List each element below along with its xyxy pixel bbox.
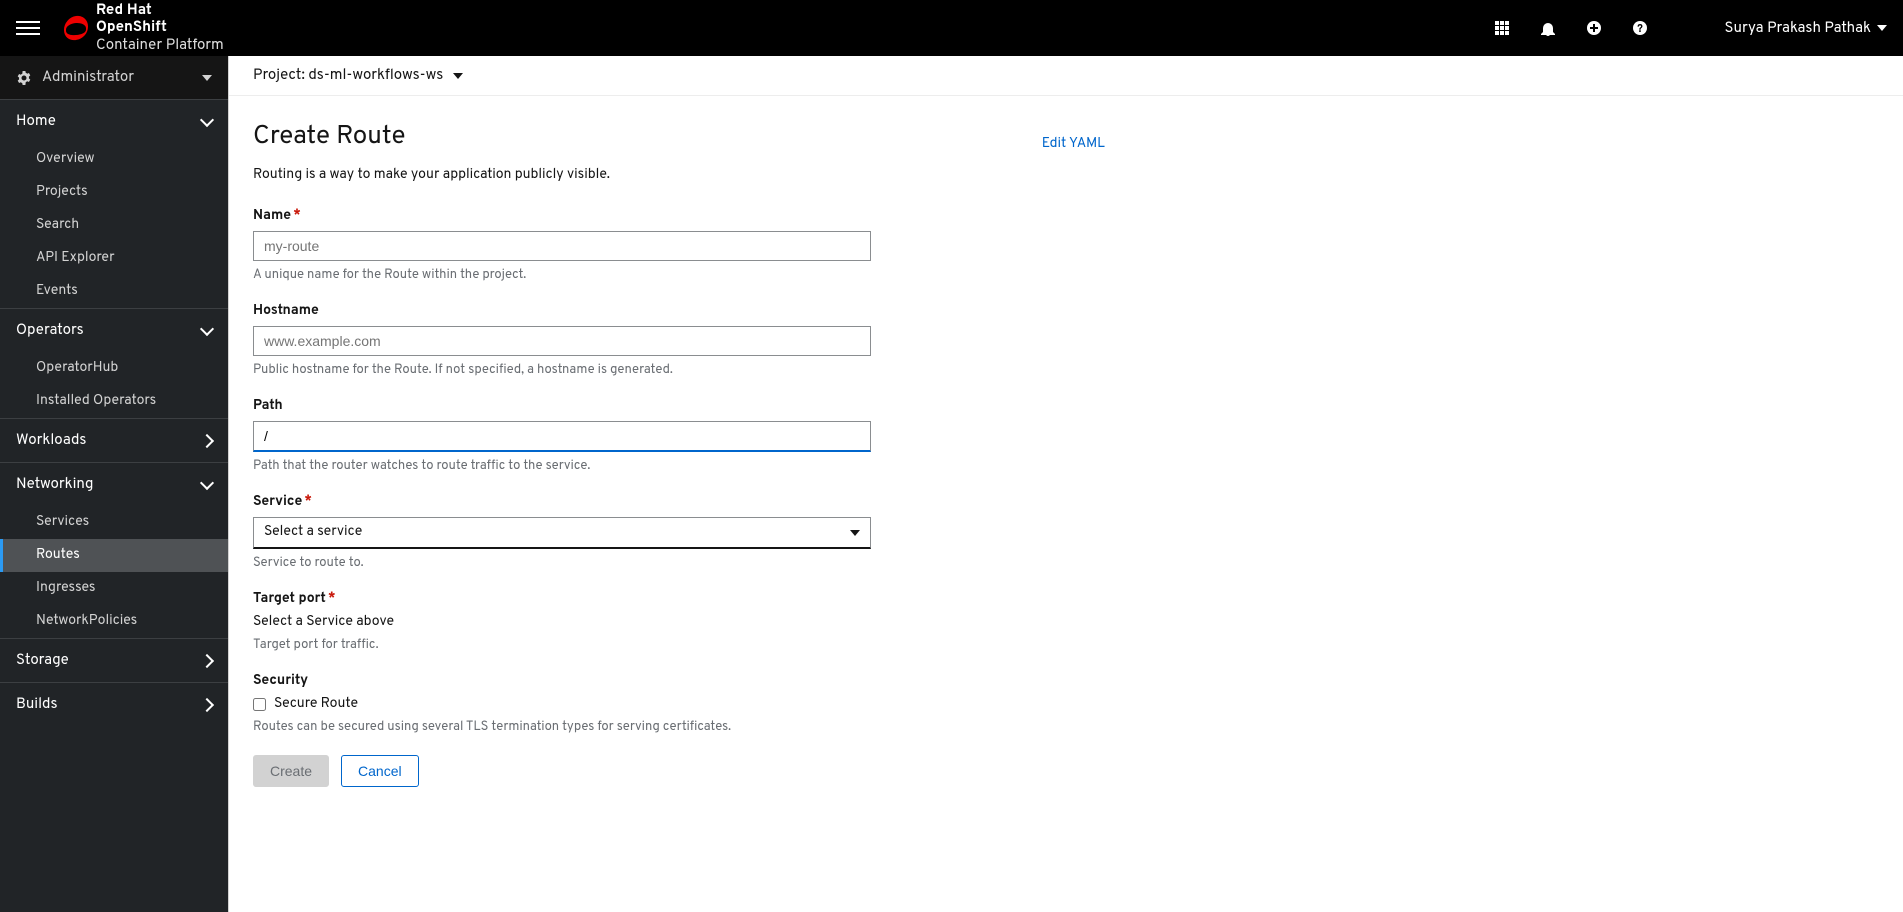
service-dropdown-value: Select a service (264, 524, 362, 541)
chevron-down-icon (200, 322, 214, 336)
apps-icon[interactable] (1493, 19, 1511, 37)
nav-section-networking[interactable]: Networking (0, 463, 228, 506)
sidebar-item-events[interactable]: Events (0, 275, 228, 308)
caret-down-icon (1877, 25, 1887, 31)
perspective-switcher[interactable]: Administrator (0, 56, 228, 100)
path-label: Path (253, 398, 871, 415)
sidebar-item-operatorhub[interactable]: OperatorHub (0, 352, 228, 385)
secure-route-checkbox-label: Secure Route (274, 696, 358, 713)
caret-down-icon (850, 530, 860, 536)
perspective-label: Administrator (42, 68, 134, 87)
page-title: Create Route (253, 120, 405, 153)
nav-sub-networking: Services Routes Ingresses NetworkPolicie… (0, 506, 228, 638)
nav-section-operators[interactable]: Operators (0, 309, 228, 352)
brand-line3: Container Platform (96, 37, 224, 54)
brand: Red Hat OpenShift Container Platform (64, 2, 224, 54)
cancel-button[interactable]: Cancel (341, 755, 419, 787)
nav-section-home[interactable]: Home (0, 100, 228, 143)
service-dropdown[interactable]: Select a service (253, 517, 871, 549)
svg-text:?: ? (1637, 23, 1643, 36)
caret-down-icon (202, 75, 212, 81)
form-group-target-port: Target port* Select a Service above Targ… (253, 591, 871, 653)
target-port-help: Target port for traffic. (253, 637, 871, 653)
brand-line1: Red Hat (96, 2, 224, 19)
service-label: Service* (253, 494, 871, 511)
nav-section-label: Operators (16, 321, 84, 340)
create-button[interactable]: Create (253, 755, 329, 787)
nav-section-storage[interactable]: Storage (0, 639, 228, 682)
nav-toggle[interactable] (16, 16, 40, 40)
sidebar-item-services[interactable]: Services (0, 506, 228, 539)
help-icon[interactable]: ? (1631, 19, 1649, 37)
chevron-down-icon (200, 113, 214, 127)
form-actions: Create Cancel (253, 755, 1105, 787)
sidebar-item-networkpolicies[interactable]: NetworkPolicies (0, 605, 228, 638)
form-group-hostname: Hostname Public hostname for the Route. … (253, 303, 871, 378)
security-label: Security (253, 673, 871, 690)
page: Create Route Edit YAML Routing is a way … (229, 96, 1129, 811)
nav-sub-operators: OperatorHub Installed Operators (0, 352, 228, 418)
sidebar-item-routes[interactable]: Routes (0, 539, 228, 572)
nav-section-label: Home (16, 112, 56, 131)
project-label: Project (253, 66, 308, 85)
bell-icon[interactable] (1539, 19, 1557, 37)
redhat-logo-icon (64, 16, 88, 40)
nav-section-label: Networking (16, 475, 94, 494)
masthead-toolbar: ? Surya Prakash Pathak (1493, 19, 1887, 38)
sidebar: Administrator Home Overview Projects Sea… (0, 56, 228, 912)
sidebar-item-search[interactable]: Search (0, 209, 228, 242)
chevron-right-icon (200, 433, 214, 447)
nav-sub-home: Overview Projects Search API Explorer Ev… (0, 143, 228, 308)
edit-yaml-link[interactable]: Edit YAML (1042, 136, 1105, 153)
sidebar-item-overview[interactable]: Overview (0, 143, 228, 176)
form-group-path: Path Path that the router watches to rou… (253, 398, 871, 474)
path-help: Path that the router watches to route tr… (253, 458, 871, 474)
secure-route-checkbox[interactable] (253, 698, 266, 711)
form-group-name: Name* A unique name for the Route within… (253, 208, 871, 283)
chevron-down-icon (200, 476, 214, 490)
user-name: Surya Prakash Pathak (1725, 19, 1871, 38)
plus-circle-icon[interactable] (1585, 19, 1603, 37)
form-group-security: Security Secure Route Routes can be secu… (253, 673, 871, 735)
hostname-input[interactable] (253, 326, 871, 356)
brand-text: Red Hat OpenShift Container Platform (96, 2, 224, 54)
sidebar-item-ingresses[interactable]: Ingresses (0, 572, 228, 605)
nav-section-label: Storage (16, 651, 69, 670)
sidebar-item-projects[interactable]: Projects (0, 176, 228, 209)
path-input[interactable] (253, 421, 871, 452)
caret-down-icon (453, 73, 463, 79)
name-help: A unique name for the Route within the p… (253, 267, 871, 283)
service-help: Service to route to. (253, 555, 871, 571)
project-value: ds-ml-workflows-ws (308, 66, 443, 85)
name-input[interactable] (253, 231, 871, 261)
masthead: Red Hat OpenShift Container Platform ? S… (0, 0, 1903, 56)
security-help: Routes can be secured using several TLS … (253, 719, 871, 735)
user-menu[interactable]: Surya Prakash Pathak (1725, 19, 1887, 38)
name-label: Name* (253, 208, 871, 225)
page-description: Routing is a way to make your applicatio… (253, 167, 1105, 184)
brand-line2: OpenShift (96, 19, 224, 36)
form-group-service: Service* Select a service Service to rou… (253, 494, 871, 571)
sidebar-item-api-explorer[interactable]: API Explorer (0, 242, 228, 275)
nav-section-builds[interactable]: Builds (0, 683, 228, 726)
content: Projectds-ml-workflows-ws Create Route E… (228, 56, 1903, 912)
nav-section-label: Builds (16, 695, 58, 714)
target-port-value: Select a Service above (253, 614, 871, 631)
nav-section-label: Workloads (16, 431, 86, 450)
nav-section-workloads[interactable]: Workloads (0, 419, 228, 462)
hostname-label: Hostname (253, 303, 871, 320)
gear-icon (16, 70, 32, 86)
chevron-right-icon (200, 653, 214, 667)
project-selector[interactable]: Projectds-ml-workflows-ws (229, 56, 1903, 96)
target-port-label: Target port* (253, 591, 871, 608)
chevron-right-icon (200, 697, 214, 711)
hostname-help: Public hostname for the Route. If not sp… (253, 362, 871, 378)
sidebar-item-installed-operators[interactable]: Installed Operators (0, 385, 228, 418)
